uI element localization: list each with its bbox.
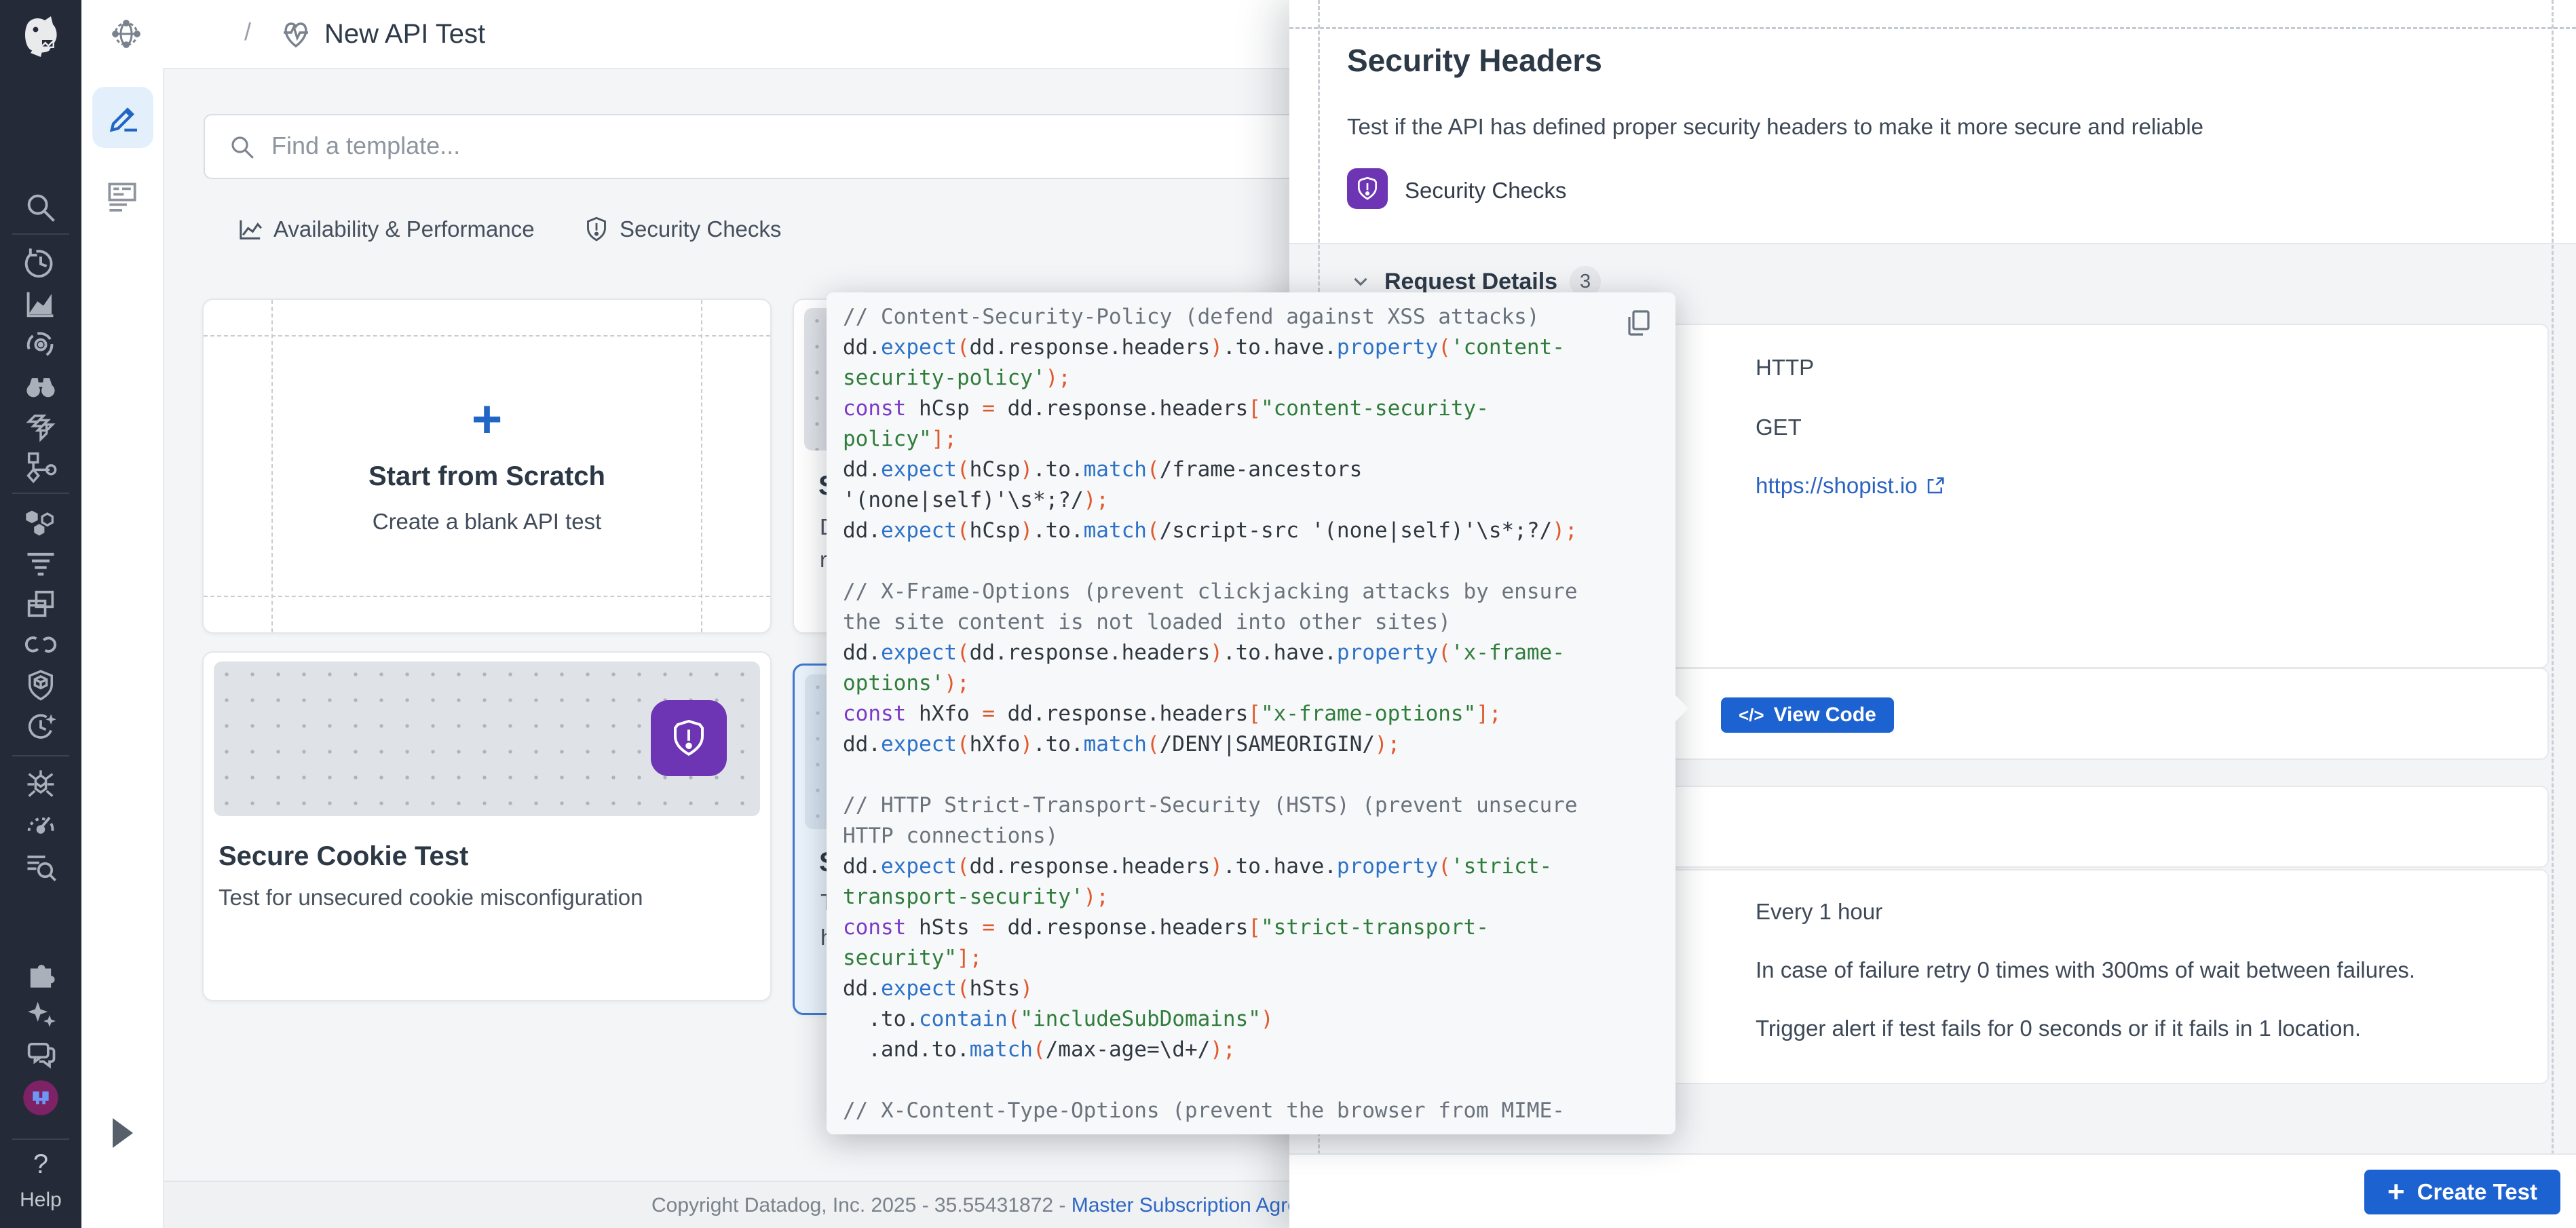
tab-availability-performance[interactable]: Availability & Performance [237,216,535,243]
edit-test-rail-item[interactable] [92,87,153,148]
plus-icon: + [2387,1177,2405,1207]
tab-label: Availability & Performance [273,216,535,242]
blueprint-line [2552,0,2554,1228]
copyright-text: Copyright Datadog, Inc. 2025 - 35.554318… [651,1194,1327,1217]
datadog-logo[interactable] [16,12,65,64]
url-text: https://shopist.io [1756,473,1917,499]
code-icon: </> [1739,705,1764,726]
card-secure-cookie-test[interactable]: Secure Cookie Test Test for unsecured co… [202,651,772,1001]
software-delivery-shield-icon[interactable] [22,666,60,704]
synthetics-globe-icon[interactable] [110,18,143,50]
page-title: New API Test [324,19,485,50]
line-chart-icon [237,216,264,243]
integrations-puzzle-icon[interactable] [22,954,60,992]
plus-icon: + [204,388,770,450]
card-start-from-scratch[interactable]: + Start from Scratch Create a blank API … [202,299,772,634]
page: / New API Test [0,0,2576,1228]
request-url-link[interactable]: https://shopist.io [1756,473,1946,499]
card-title: Secure Cookie Test [219,841,468,872]
external-link-icon [1925,476,1946,496]
request-method-value: GET [1756,415,1802,440]
sidebar-divider [12,1138,69,1140]
card-title: Start from Scratch [204,461,770,492]
shield-exclamation-icon [668,718,709,759]
log-explorer-icon[interactable] [22,847,60,885]
section-label: Request Details [1384,269,1557,295]
modal-title: Security Headers [1347,42,1602,79]
request-type-value: HTTP [1756,355,1814,381]
watchdog-icon[interactable] [22,326,60,364]
search-icon[interactable] [22,189,60,227]
copyright-label: Copyright Datadog, Inc. 2025 - 35.554318… [651,1194,1072,1216]
search-icon [228,133,257,161]
request-url-row: https://shopist.io [1756,473,1946,499]
log-pipelines-icon[interactable] [22,544,60,582]
retry-text: In case of failure retry 0 times with 30… [1756,957,2415,983]
ai-sparkles-icon[interactable] [22,995,60,1033]
user-avatar[interactable] [22,1079,60,1117]
code-preview-tooltip: // Content-Security-Policy (defend again… [827,292,1675,1134]
infrastructure-hexagons-icon[interactable] [22,503,60,541]
code-block: // Content-Security-Policy (defend again… [843,302,1614,1129]
help-icon[interactable]: ? [0,1149,81,1180]
modal-description: Test if the API has defined proper secur… [1347,114,2203,140]
shield-exclamation-icon [583,216,610,243]
collapse-rail-arrow-icon[interactable] [113,1118,133,1148]
history-icon[interactable] [22,244,60,282]
api-test-pulse-icon [280,18,312,50]
scheduled-tests-clock-icon[interactable] [22,707,60,745]
security-shield-badge [651,700,727,776]
metrics-icon[interactable] [22,285,60,323]
apm-windows-icon[interactable] [22,585,60,623]
sidebar-divider [12,233,69,235]
blueprint-line [204,596,770,597]
create-test-label: Create Test [2417,1179,2537,1205]
security-checks-badge [1347,168,1388,209]
modal-footer: + Create Test [1289,1153,2576,1228]
card-description: Create a blank API test [204,509,770,535]
view-code-button[interactable]: </> View Code [1721,697,1894,733]
create-test-button[interactable]: + Create Test [2364,1170,2560,1214]
search-input[interactable] [270,115,1277,176]
template-search [204,114,1299,179]
universal-service-chain-icon[interactable] [22,626,60,664]
app-sidebar: ? Help [0,0,81,1228]
blueprint-line [1289,27,2576,29]
card-description: Test for unsecured cookie misconfigurati… [219,885,643,910]
copy-icon[interactable] [1623,307,1655,340]
service-map-icon[interactable] [22,448,60,486]
pencil-icon [104,98,142,136]
blueprint-line [204,335,770,337]
reports-icon [103,178,141,216]
dashboards-layers-icon[interactable] [22,407,60,445]
frequency-value: Every 1 hour [1756,899,1882,925]
category-label: Security Checks [1405,178,1566,204]
rum-gauge-icon[interactable] [22,806,60,844]
view-code-label: View Code [1774,704,1876,727]
alert-text: Trigger alert if test fails for 0 second… [1756,1016,2361,1041]
error-tracking-bug-icon[interactable] [22,765,60,803]
help-label: Help [0,1189,81,1212]
secondary-rail [81,68,164,1228]
tab-label: Security Checks [620,216,781,242]
notebooks-binoculars-icon[interactable] [22,366,60,404]
tab-security-checks[interactable]: Security Checks [583,216,781,243]
cases-chat-icon[interactable] [22,1035,60,1073]
sidebar-divider [12,493,69,494]
shield-exclamation-icon [1355,176,1380,202]
breadcrumb-separator: / [244,18,251,46]
reports-rail-item[interactable] [100,175,144,218]
sidebar-divider [12,755,69,756]
chevron-down-icon [1349,270,1372,293]
